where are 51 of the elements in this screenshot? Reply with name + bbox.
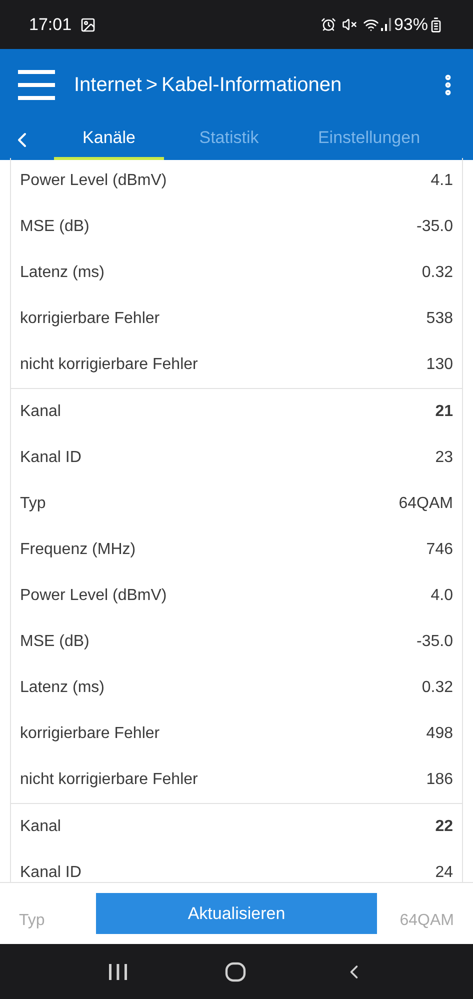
row-value: 0.32: [422, 263, 453, 283]
row-value: 21: [435, 402, 453, 422]
row-value: 23: [435, 448, 453, 468]
refresh-button[interactable]: Aktualisieren: [96, 893, 377, 934]
row-value: 64QAM: [398, 494, 453, 514]
row-label: Latenz (ms): [20, 263, 104, 283]
row-value: 538: [426, 309, 453, 329]
row-label: nicht korrigierbare Fehler: [20, 355, 198, 375]
row-value: 498: [426, 724, 453, 744]
home-icon[interactable]: [224, 962, 246, 982]
row-value: 746: [426, 540, 453, 560]
row-value: 4.1: [430, 171, 453, 191]
row-label: Kanal: [20, 817, 61, 837]
row-value: -35.0: [416, 217, 453, 237]
signal-icon: [380, 18, 391, 31]
breadcrumb-separator: >: [146, 72, 158, 98]
tab[interactable]: Einstellungen: [294, 120, 444, 160]
row-label: MSE (dB): [20, 217, 90, 237]
row-label: Power Level (dBmV): [20, 586, 167, 606]
tab[interactable]: Statistik: [164, 120, 294, 160]
row-value: 4.0: [430, 586, 453, 606]
recent-apps-icon[interactable]: [108, 962, 128, 980]
mute-icon: [342, 17, 357, 32]
row-label: MSE (dB): [20, 632, 90, 652]
row-label: nicht korrigierbare Fehler: [20, 770, 198, 790]
row-label: Latenz (ms): [20, 678, 104, 698]
tab[interactable]: Kanäle: [54, 120, 164, 160]
row-label: korrigierbare Fehler: [20, 309, 160, 329]
menu-icon[interactable]: [18, 70, 55, 100]
row-label: Kanal: [20, 402, 61, 422]
row-label: korrigierbare Fehler: [20, 724, 160, 744]
row-value: 186: [426, 770, 453, 790]
row-label: Frequenz (MHz): [20, 540, 136, 560]
battery-percentage: 93%: [394, 14, 428, 36]
row-value: 64QAM: [400, 910, 454, 930]
row-value: 130: [426, 355, 453, 375]
row-label: Typ: [19, 910, 46, 930]
row-value: -35.0: [416, 632, 453, 652]
row-label: Kanal ID: [20, 863, 82, 882]
row-label: Typ: [20, 494, 46, 514]
row-label: Kanal ID: [20, 448, 82, 468]
image-icon: [80, 16, 96, 32]
alarm-icon: [320, 17, 336, 32]
wifi-icon: [362, 16, 379, 32]
row-value: 22: [435, 817, 453, 837]
breadcrumb-link[interactable]: Internet: [74, 70, 142, 100]
row-value: 24: [435, 863, 453, 882]
status-time: 17:01: [29, 14, 72, 36]
row-value: 0.32: [422, 678, 453, 698]
row-label: Power Level (dBmV): [20, 171, 167, 191]
page-title: Kabel-Informationen: [162, 72, 342, 98]
